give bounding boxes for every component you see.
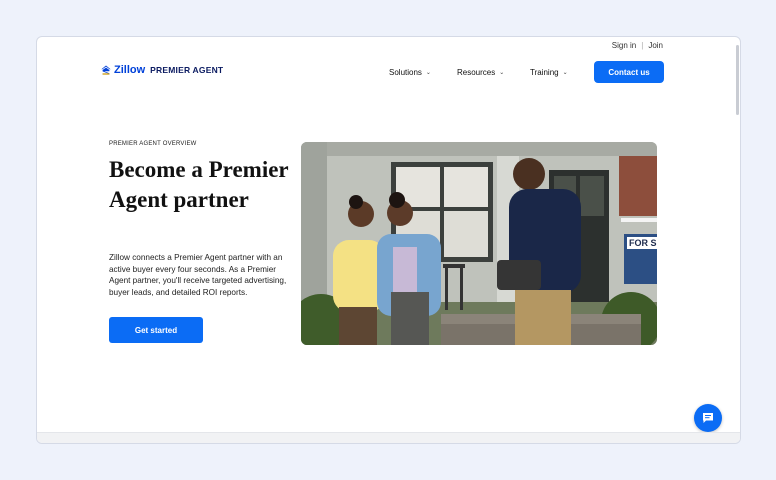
hero-overline: PREMIER AGENT OVERVIEW	[109, 141, 197, 147]
chat-bubble-icon	[703, 413, 713, 423]
chevron-down-icon: ⌄	[562, 70, 568, 76]
contact-us-button[interactable]: Contact us	[594, 61, 664, 83]
sign-text: FOR S	[629, 238, 657, 248]
sign-in-link[interactable]: Sign in	[612, 41, 636, 50]
nav-solutions[interactable]: Solutions ⌄	[389, 68, 431, 77]
get-started-button[interactable]: Get started	[109, 317, 203, 343]
hero-photo-illustration: FOR S	[301, 142, 657, 345]
zillow-house-icon	[101, 65, 111, 75]
chat-button[interactable]	[694, 404, 722, 432]
chevron-down-icon: ⌄	[499, 70, 505, 76]
nav-resources-label: Resources	[457, 68, 496, 77]
nav-resources[interactable]: Resources ⌄	[457, 68, 504, 77]
nav-solutions-label: Solutions	[389, 68, 422, 77]
scrollbar[interactable]	[736, 45, 739, 115]
logo-brand: Zillow	[114, 64, 146, 76]
hero-description: Zillow connects a Premier Agent partner …	[109, 253, 287, 297]
hero-image: FOR S	[301, 142, 657, 345]
zillow-premier-agent-logo[interactable]: Zillow PREMIER AGENT	[101, 64, 223, 76]
page-title: Become a Premier Agent partner	[109, 157, 289, 212]
nav-training[interactable]: Training ⌄	[530, 68, 568, 77]
join-link[interactable]: Join	[648, 41, 663, 50]
utility-nav: Sign in | Join	[612, 41, 663, 50]
divider: |	[641, 41, 644, 50]
page-footer-band	[37, 432, 740, 443]
chevron-down-icon: ⌄	[425, 70, 431, 76]
browser-window: Sign in | Join Zillow PREMIER AGENT Solu…	[36, 36, 741, 444]
logo-product: PREMIER AGENT	[150, 65, 224, 75]
nav-training-label: Training	[530, 68, 559, 77]
